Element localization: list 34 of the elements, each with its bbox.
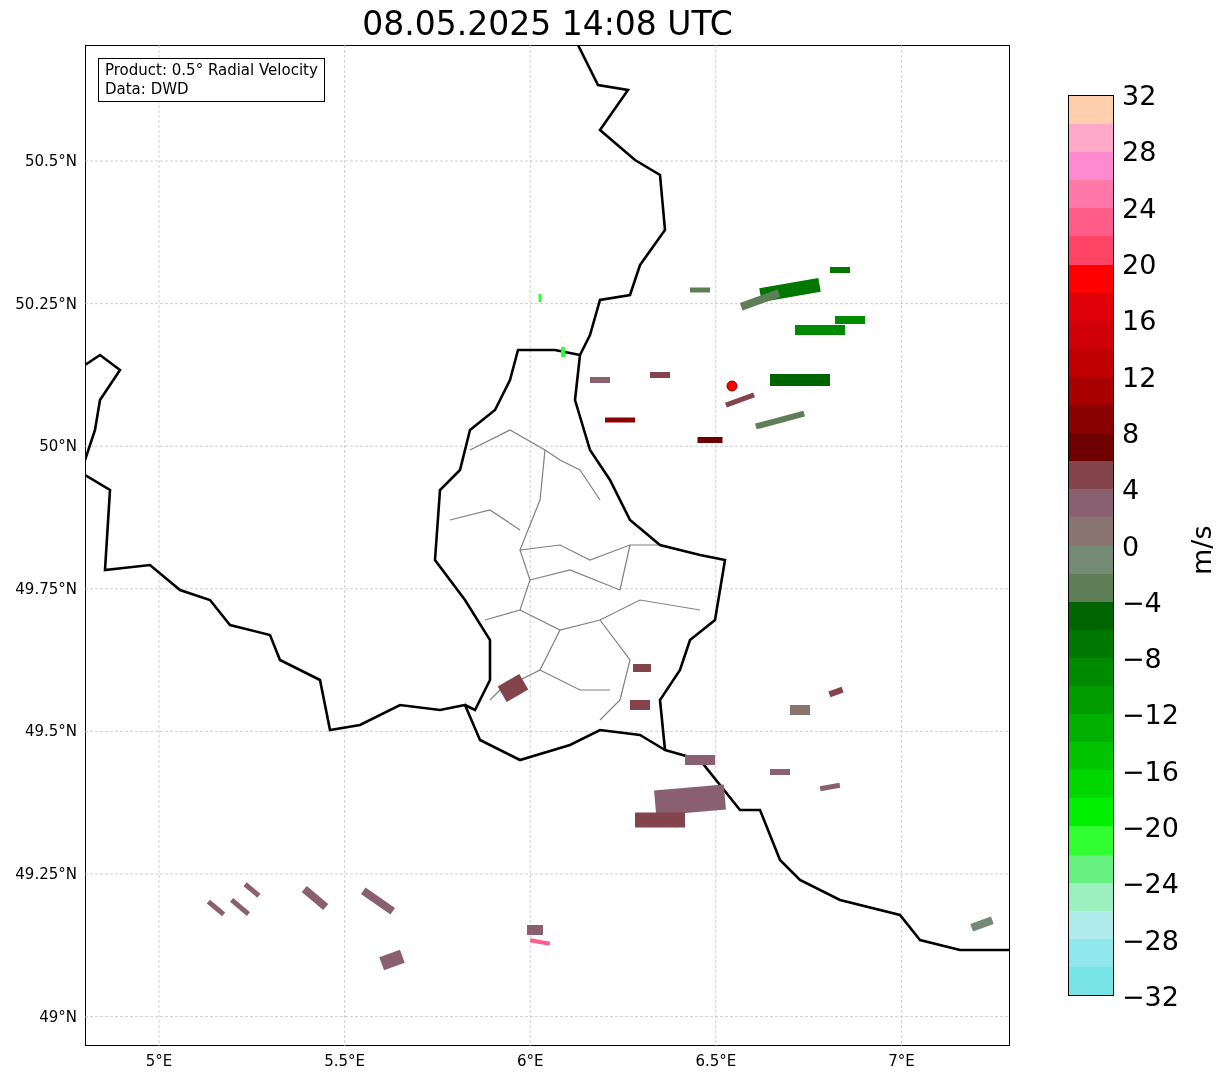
colorbar-tick-label: 28	[1122, 135, 1157, 167]
longitude-label: 7°E	[888, 1052, 915, 1070]
legend-text: Product: 0.5° Radial Velocity	[105, 61, 318, 80]
colorbar-tick-label: 24	[1122, 192, 1157, 224]
latitude-label: 49.75°N	[15, 579, 77, 598]
radar-site-marker	[726, 380, 738, 392]
colorbar-tick-label: −20	[1122, 811, 1179, 843]
latitude-label: 49.5°N	[24, 722, 77, 741]
legend-text: Data: DWD	[105, 80, 190, 99]
colorbar-tick-label: 0	[1122, 530, 1140, 561]
colorbar-tick-label: −24	[1122, 867, 1179, 899]
colorbar-tick-label: −16	[1122, 755, 1179, 787]
latitude-label: 50°N	[39, 437, 77, 456]
colorbar-unit-label: m/s	[1186, 525, 1217, 575]
latitude-label: 49.25°N	[15, 865, 77, 883]
longitude-label: 6°E	[516, 1052, 544, 1070]
colorbar-tick-label: 16	[1122, 304, 1157, 336]
latitude-label: 49°N	[39, 1007, 77, 1026]
colorbar-tick-label: −4	[1122, 586, 1162, 618]
colorbar-tick-label: 20	[1122, 248, 1157, 280]
longitude-label: 5°E	[145, 1052, 173, 1070]
longitude-label: 6.5°E	[695, 1052, 737, 1070]
colorbar-tick-label: 4	[1122, 473, 1140, 505]
colorbar-tick-label: −28	[1122, 924, 1179, 956]
colorbar-tick-label: 32	[1122, 79, 1157, 111]
colorbar-tick-label: −8	[1122, 642, 1162, 674]
colorbar-tick-label: −12	[1122, 698, 1179, 730]
colorbar-tick-label: −32	[1122, 980, 1179, 1012]
longitude-label: 5.5°E	[324, 1052, 365, 1070]
colorbar-tick-label: 12	[1122, 361, 1157, 393]
latitude-label: 50.25°N	[15, 294, 77, 313]
latitude-label: 50.5°N	[24, 152, 77, 170]
colorbar-tick-label: 8	[1122, 417, 1140, 449]
chart-title: 08.05.2025 14:08 UTC	[361, 4, 734, 44]
